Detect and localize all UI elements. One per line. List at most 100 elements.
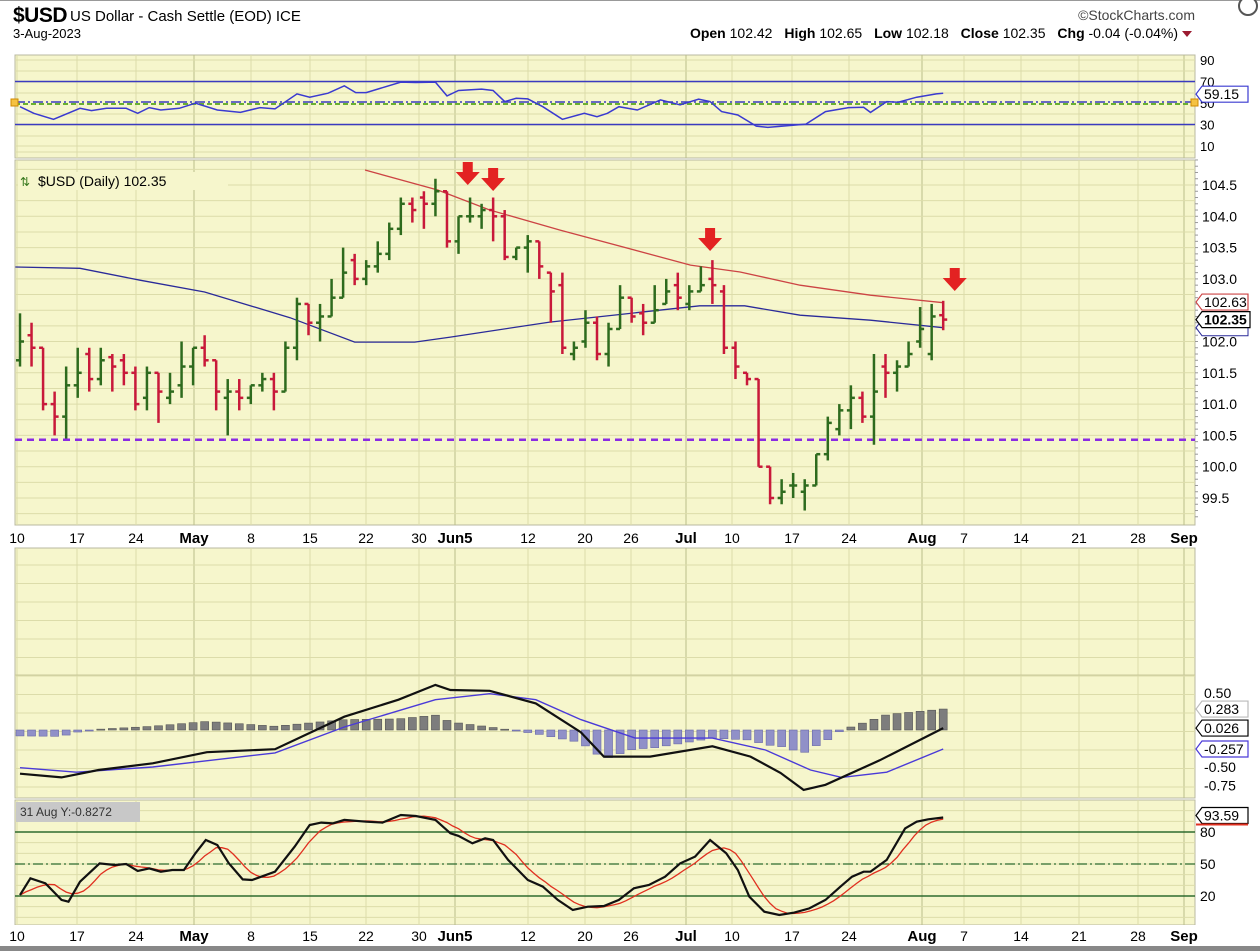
macd-histogram-bar: [246, 724, 256, 731]
bottom-date-label: 17: [784, 928, 800, 944]
price-date-label: 28: [1130, 530, 1146, 546]
macd-histogram-bar: [800, 729, 810, 753]
price-date-label: Jun5: [437, 530, 472, 547]
ma-200-value-label-text: 102.63: [1204, 294, 1247, 310]
macd-histogram-bar: [742, 729, 752, 741]
bottom-date-label: 15: [302, 928, 318, 944]
macd-histogram-bar: [384, 718, 394, 731]
price-date-label: 21: [1071, 530, 1087, 546]
macd-histogram-bar: [442, 720, 452, 731]
macd-histogram-bar: [477, 725, 486, 731]
price-date-label: 24: [128, 530, 144, 546]
price-date-label: 26: [623, 530, 639, 546]
macd-histogram-bar: [431, 714, 440, 731]
price-date-label: 20: [577, 530, 593, 546]
bottom-date-label: Jul: [675, 928, 697, 945]
macd-histogram-bar: [546, 729, 556, 737]
macd-histogram-bar: [927, 709, 936, 731]
macd-histogram-bar: [408, 717, 417, 731]
macd-histogram-bar: [165, 724, 175, 731]
macd-histogram-bar: [904, 712, 913, 731]
stoch-value-label-text: 93.59: [1204, 808, 1239, 824]
macd-value-label: 0.026: [1195, 719, 1249, 737]
price-date-label: Jul: [675, 530, 697, 547]
macd-histogram-bar: [258, 725, 267, 731]
bottom-date-label: 10: [724, 928, 740, 944]
macd-value-label-text: 0.026: [1204, 720, 1239, 736]
chart-canvas[interactable]: 907050301059.15⇅ $USD (Daily) 102.35 104.5…: [0, 0, 1260, 951]
macd-histogram-bar: [638, 729, 648, 749]
price-tick-label: 103.5: [1202, 240, 1237, 256]
settings-gear-icon[interactable]: [1238, 0, 1258, 16]
bottom-date-label: 17: [69, 928, 85, 944]
price-date-label: 7: [960, 530, 968, 546]
stoch-tick-label: 80: [1200, 824, 1216, 840]
macd-histogram-bar: [685, 729, 694, 743]
macd-histogram-bar: [292, 723, 302, 731]
window-bottom-border: [0, 946, 1260, 951]
bottom-date-label: 24: [841, 928, 857, 944]
macd-histogram-bar: [650, 729, 660, 749]
macd-histogram-bar: [511, 729, 521, 732]
macd-histogram-bar: [569, 729, 579, 742]
price-tick-label: 104.0: [1202, 208, 1237, 224]
last-price-label-text: 102.35: [1204, 312, 1247, 328]
bottom-date-label: 28: [1130, 928, 1146, 944]
rsi-value-label: 59.15: [1195, 85, 1249, 103]
bottom-date-label: 30: [411, 928, 427, 944]
price-date-label: 22: [358, 530, 374, 546]
macd-histogram-label-text: 0.283: [1204, 701, 1239, 717]
macd-histogram-bar: [869, 718, 879, 731]
bottom-date-label: 24: [128, 928, 144, 944]
rsi-left-marker-handle[interactable]: [10, 98, 19, 107]
price-tick-label: 100.5: [1202, 427, 1237, 443]
price-date-label: 14: [1013, 530, 1029, 546]
macd-histogram-bar: [454, 722, 463, 731]
stoch-tick-label: 20: [1200, 888, 1216, 904]
bottom-date-label: 26: [623, 928, 639, 944]
bottom-date-label: Jun5: [437, 928, 472, 945]
bar-type-icon: ⇅: [20, 175, 30, 189]
macd-histogram-bar: [119, 727, 129, 731]
macd-histogram-bar: [534, 729, 544, 735]
bottom-date-label: 12: [520, 928, 536, 944]
macd-histogram-bar: [835, 729, 844, 733]
macd-histogram-bar: [38, 729, 48, 737]
rsi-tick-label: 10: [1200, 139, 1214, 154]
macd-histogram-bar: [269, 725, 279, 731]
macd-histogram-bar: [858, 722, 867, 731]
price-date-label: 17: [69, 530, 85, 546]
macd-histogram-bar: [73, 729, 82, 733]
macd-histogram-bar: [719, 729, 729, 740]
price-tick-label: 101.0: [1202, 396, 1237, 412]
last-price-label: 102.35: [1195, 310, 1251, 329]
price-series-title: $USD (Daily) 102.35: [38, 173, 167, 189]
bottom-date-label: 20: [577, 928, 593, 944]
price-date-label: 10: [724, 530, 740, 546]
price-date-label: 30: [411, 530, 427, 546]
rsi-tick-label: 30: [1200, 118, 1214, 133]
rsi-right-marker-handle[interactable]: [1190, 98, 1199, 107]
macd-histogram-bar: [84, 729, 94, 732]
price-date-label: May: [179, 530, 209, 547]
macd-histogram-bar: [188, 722, 198, 731]
price-date-label: Sep: [1170, 530, 1198, 547]
macd-tick-label: -0.50: [1204, 759, 1236, 775]
price-panel: [14, 159, 1196, 526]
macd-histogram-bar: [154, 725, 163, 731]
macd-panel: [14, 547, 1196, 799]
rsi-value-label-text: 59.15: [1204, 86, 1239, 102]
crosshair-readout: 31 Aug Y:-0.8272: [20, 805, 112, 819]
macd-histogram-bar: [915, 711, 925, 731]
macd-histogram-bar: [234, 723, 244, 731]
macd-histogram-bar: [754, 729, 763, 743]
macd-histogram-bar: [788, 729, 798, 751]
macd-histogram-bar: [811, 729, 821, 746]
macd-tick-label: 0.50: [1204, 685, 1231, 701]
price-date-label: Aug: [907, 530, 936, 547]
macd-tick-label: -0.75: [1204, 778, 1236, 794]
bottom-date-label: 8: [247, 928, 255, 944]
macd-histogram-bar: [846, 726, 856, 731]
macd-histogram-bar: [708, 729, 717, 739]
price-tick-label: 100.0: [1202, 459, 1237, 475]
